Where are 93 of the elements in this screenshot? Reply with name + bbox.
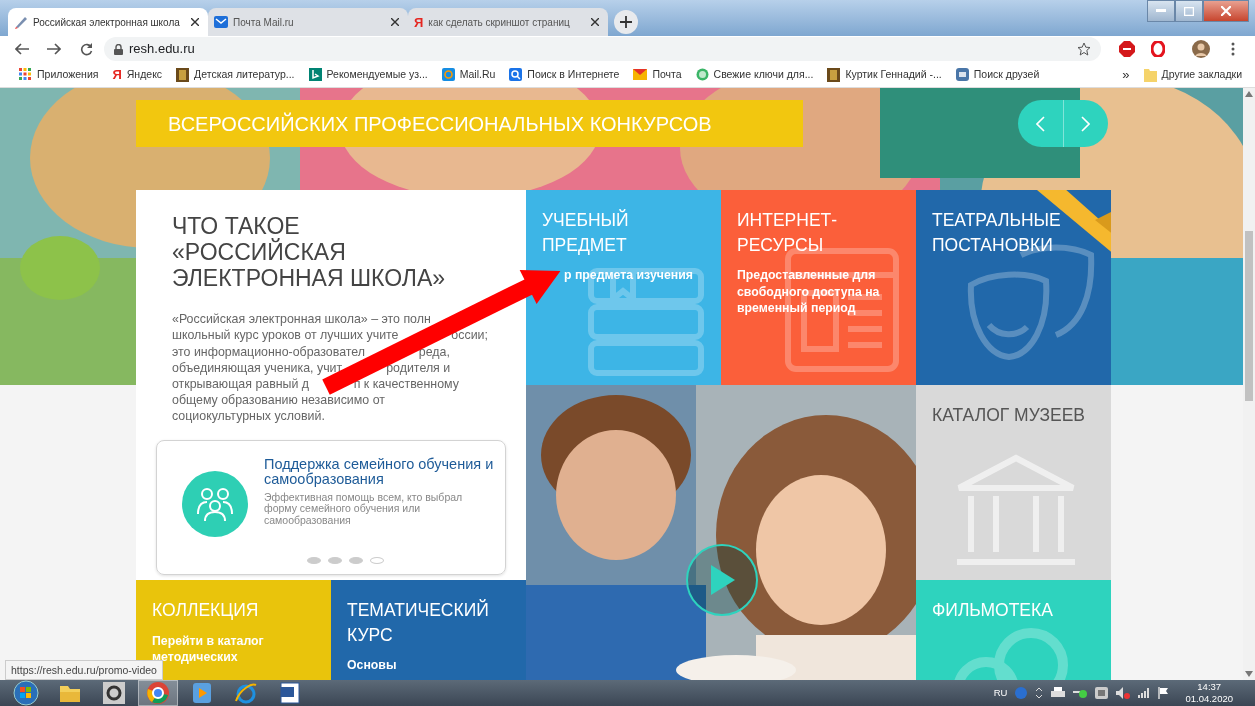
carousel-dot[interactable] [370, 557, 384, 565]
close-window-button[interactable] [1203, 0, 1249, 22]
tile[interactable]: ТЕМАТИЧЕСКИЙ КУРС Основы [331, 580, 526, 680]
forward-arrow-icon [47, 43, 61, 55]
tile[interactable]: КАТАЛОГ МУЗЕЕВ [916, 385, 1111, 580]
language-indicator[interactable]: RU [993, 685, 1008, 701]
bookmark-folder[interactable]: Другие закладки [1140, 66, 1245, 83]
bookmark[interactable]: Свежие ключи для... [692, 66, 817, 83]
stop-sign-icon [1119, 41, 1135, 57]
tile-icon [308, 68, 322, 81]
close-icon [591, 18, 599, 26]
tile-title: ФИЛЬМОТЕКА [932, 599, 1054, 622]
scrollbar[interactable] [1243, 88, 1255, 680]
bookmark[interactable]: Поиск друзей [952, 66, 1043, 83]
bookmark[interactable]: Детская литератур... [173, 66, 298, 83]
tile-title: ТЕМАТИЧЕСКИЙ КУРС [347, 598, 490, 647]
promo-title: Поддержка семейного обучения и самообразования [264, 457, 495, 488]
chrome-style-icon [146, 681, 170, 705]
minimize-button[interactable] [1147, 0, 1175, 22]
tile-text: Основы [347, 657, 398, 674]
scroll-down-icon[interactable] [1245, 671, 1253, 677]
logo-icon: Я [112, 68, 122, 81]
back-arrow-icon [15, 43, 29, 55]
close-button[interactable] [388, 15, 402, 29]
logo-icon: Я [414, 15, 424, 29]
bookmark[interactable]: Mail.Ru [438, 66, 499, 83]
promo-text: Эффективная помощь всем, кто выбрал форму семейного обучения или самообразования [264, 491, 464, 527]
envelope-icon [214, 15, 228, 29]
chat-icon [695, 68, 709, 81]
flag-icon [1158, 687, 1170, 699]
reload-icon [79, 42, 93, 56]
status-url: https://resh.edu.ru/promo-video [5, 660, 163, 680]
star-icon [1077, 42, 1091, 56]
ring-icon [1151, 41, 1165, 57]
avatar-icon [1192, 40, 1210, 58]
close-icon [391, 18, 399, 26]
more-bookmarks-button[interactable]: » [1119, 64, 1133, 85]
printer-icon [1051, 687, 1066, 699]
windows-logo-icon [13, 680, 39, 706]
help-icon [1015, 687, 1028, 699]
book-icon [827, 67, 841, 82]
scroll-up-icon[interactable] [1245, 91, 1253, 97]
close-button[interactable] [588, 15, 602, 29]
carousel-dot[interactable] [328, 557, 342, 565]
browser-tab[interactable]: Почта Mail.ru [208, 8, 408, 36]
maximize-button[interactable] [1175, 0, 1203, 22]
tile-title: КАТАЛОГ МУЗЕЕВ [932, 404, 1086, 427]
monitor-icon [1095, 687, 1109, 699]
pen-icon [14, 15, 28, 29]
search-icon [509, 68, 523, 81]
signal-icon [1138, 688, 1151, 698]
bookmark[interactable]: Приложения [16, 66, 102, 83]
browser-tab[interactable]: Я как сделать скриншот страниц [408, 8, 608, 36]
book-icon [176, 67, 190, 82]
plug-icon [1073, 688, 1088, 698]
document-icon [278, 681, 302, 705]
speaker-muted-icon [1116, 687, 1131, 699]
envelope-icon [633, 69, 648, 80]
gear-icon [102, 681, 126, 705]
intro-text: социокультурных условий. [172, 408, 325, 425]
minimize-icon [1156, 9, 1166, 13]
play-icon [190, 681, 214, 705]
square-icon [955, 68, 969, 81]
scrollbar-thumb[interactable] [1245, 231, 1253, 401]
close-button[interactable] [188, 15, 202, 29]
maximize-icon [1184, 6, 1194, 16]
apps-icon [19, 68, 32, 81]
intro-text: общему образованию независимо от [172, 391, 385, 408]
close-icon [1221, 6, 1231, 16]
chevron-icon [1035, 687, 1044, 699]
new-tab-button[interactable] [614, 10, 638, 34]
lock-icon [114, 43, 123, 55]
browser-tab[interactable]: Российская электронная школа [8, 8, 208, 36]
taskbar-app[interactable] [138, 680, 178, 706]
address-bar[interactable]: resh.edu.ru [104, 37, 1101, 61]
bookmark[interactable]: Рекомендуемые уз... [305, 66, 431, 83]
play-icon [709, 565, 735, 595]
ring-icon [441, 68, 455, 81]
promo-card[interactable]: Поддержка семейного обучения и самообразования Эффективная помощь всем, кто выбрал форму семейного обучения или самообразования [156, 440, 506, 576]
plus-icon [620, 16, 632, 28]
tile-title: КОЛЛЕКЦИЯ [152, 599, 260, 622]
bookmark[interactable]: Почта [630, 66, 685, 83]
globe-icon [234, 681, 258, 705]
folder-icon [1143, 67, 1157, 82]
bookmark[interactable]: Поиск в Интернете [506, 66, 623, 83]
menu-icon [1231, 42, 1235, 56]
carousel-dot[interactable] [307, 557, 321, 565]
carousel-dot[interactable] [349, 557, 363, 565]
clock-date: 01.04.2020 [1185, 693, 1233, 705]
clock-time: 14:37 [1196, 681, 1223, 693]
bookmark[interactable]: Куртик Геннадий -... [824, 66, 945, 83]
bookmark[interactable]: Я Яндекс [109, 66, 166, 83]
close-icon [191, 18, 199, 26]
